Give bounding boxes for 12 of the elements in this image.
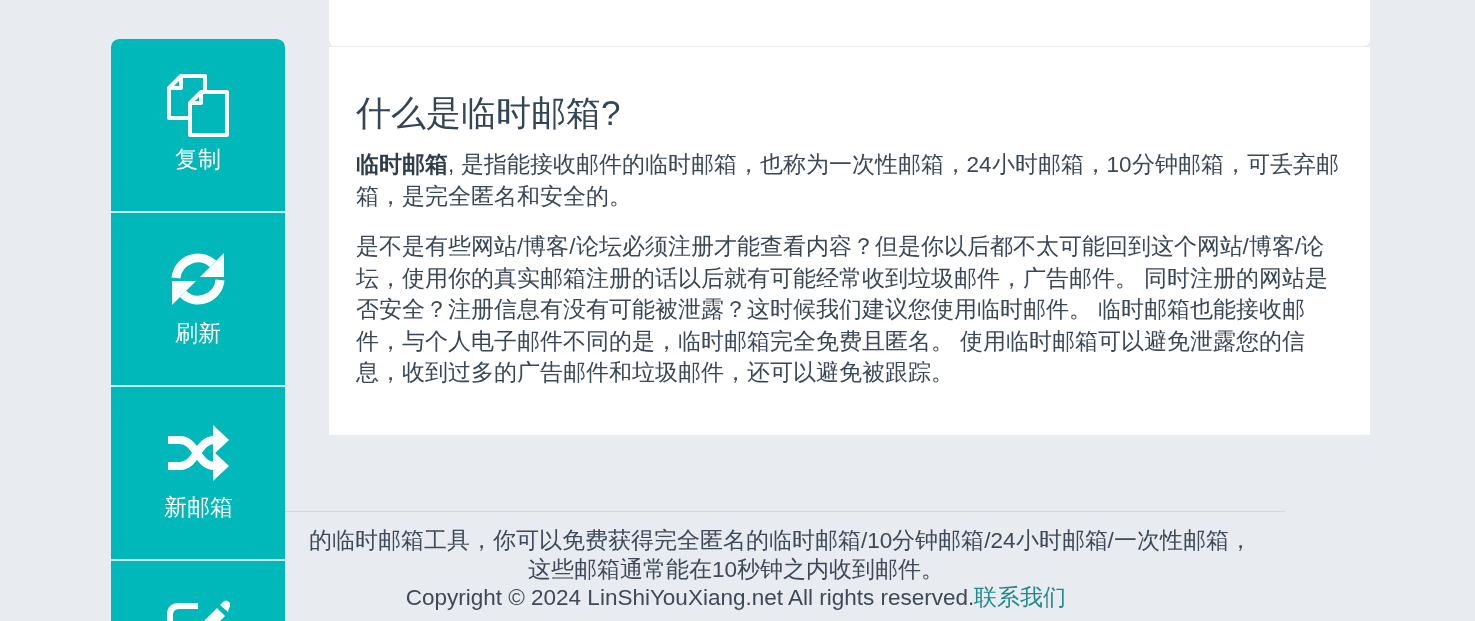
info-paragraph: 临时邮箱, 是指能接收邮件的临时邮箱，也称为一次性邮箱，24小时邮箱，10分钟邮箱，可丢弃邮箱，是完全匿名和安全的。	[356, 151, 1340, 211]
footer-text: 这些邮箱通常能在10秒钟之内收到邮件。	[528, 556, 944, 582]
section-heading: 什么是临时邮箱?	[356, 92, 622, 134]
info-paragraph: 是不是有些网站/博客/论坛必须注册才能查看内容？但是你以后都不太可能回到这个网站/博客/论坛，使用你的真实邮箱注册的话以后就有可能经常收到垃圾邮件，广告邮件。 同时注册的网站是否安全？注册信息有没有可能被泄露？这时候我们建议您使用临时邮件。 临时邮箱也能接收邮件，与个人电子邮件不同的是，临时邮箱完全免费且匿名。 使用临时邮箱可以避免泄露您的信息，收到过多的广告邮件和垃圾邮件，还可以避免被跟踪。	[356, 233, 1330, 387]
refresh-button[interactable]: 刷新	[111, 211, 285, 385]
copy-button[interactable]: 复制	[111, 39, 285, 211]
new-mailbox-button[interactable]: 新邮箱	[111, 385, 285, 559]
copyright-text: Copyright © 2024 LinShiYouXiang.net All rights reserved.	[405, 584, 975, 610]
contact-link[interactable]: 联系我们	[974, 584, 1067, 610]
edit-button[interactable]	[111, 559, 285, 621]
copy-icon	[166, 73, 230, 137]
footer-text: 的临时邮箱工具，你可以免费获得完全匿名的临时邮箱/10分钟邮箱/24小时邮箱/一次性邮箱，	[309, 527, 1252, 553]
